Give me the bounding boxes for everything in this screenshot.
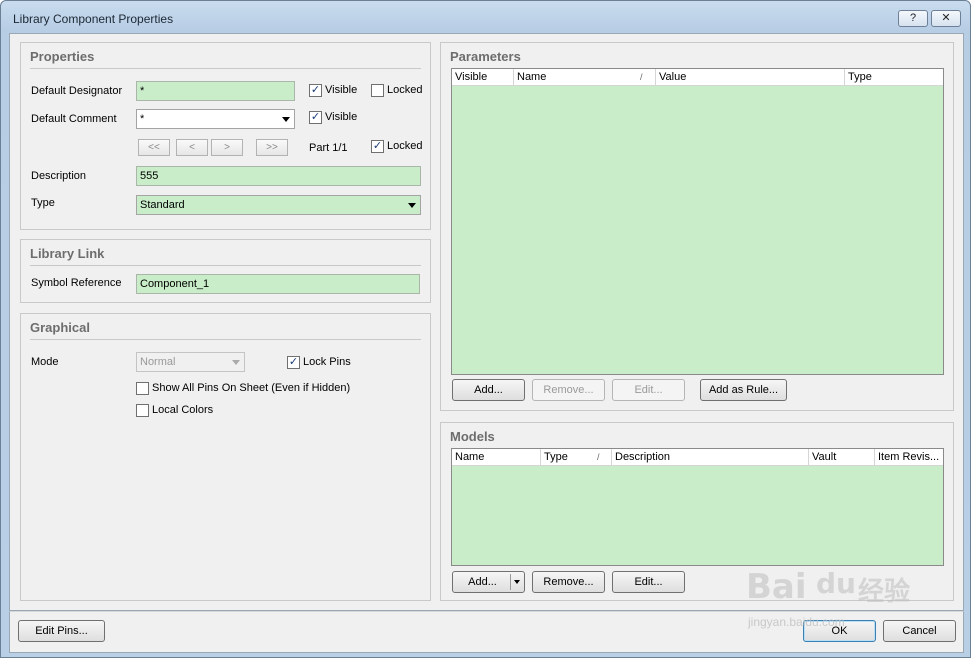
divider [30, 68, 421, 69]
close-icon: ✕ [941, 12, 951, 24]
models-add-label: Add... [468, 576, 497, 588]
default-comment-combo[interactable]: * [136, 109, 295, 129]
column-header-name[interactable]: Name [452, 449, 541, 466]
column-header-item-revision[interactable]: Item Revis... [875, 449, 943, 466]
sort-indicator-icon: / [640, 72, 643, 82]
parameters-header: Visible Name / Value Type [452, 69, 943, 86]
check-icon: ✓ [309, 111, 322, 124]
first-part-button[interactable]: << [138, 139, 170, 156]
help-button[interactable]: ? [898, 10, 928, 27]
dialog-footer: Edit Pins... OK Cancel [9, 611, 964, 653]
mode-label: Mode [31, 356, 59, 368]
divider [510, 574, 511, 590]
symbol-reference-label: Symbol Reference [31, 277, 122, 289]
column-header-value[interactable]: Value [656, 69, 845, 86]
lock-pins-checkbox[interactable]: ✓ Lock Pins [287, 356, 367, 370]
cancel-button[interactable]: Cancel [883, 620, 956, 642]
window-title: Library Component Properties [13, 12, 174, 26]
default-designator-field[interactable]: * [136, 81, 295, 101]
chevron-down-icon [408, 203, 416, 208]
dialog-body: Properties Default Designator * ✓ Visibl… [9, 33, 964, 611]
lock-pins-label: Lock Pins [303, 356, 351, 368]
part-locked-checkbox[interactable]: ✓ Locked [371, 140, 426, 154]
library-link-title: Library Link [30, 246, 105, 261]
symbol-reference-field[interactable]: Component_1 [136, 274, 420, 294]
properties-title: Properties [30, 49, 95, 64]
description-label: Description [31, 170, 87, 182]
add-as-rule-button[interactable]: Add as Rule... [700, 379, 787, 401]
check-icon: ✓ [309, 84, 322, 97]
sort-indicator-icon: / [597, 452, 600, 462]
last-part-button[interactable]: >> [256, 139, 288, 156]
local-colors-label: Local Colors [152, 404, 214, 416]
ok-button[interactable]: OK [803, 620, 876, 642]
column-header-visible[interactable]: Visible [452, 69, 514, 86]
locked-label: Locked [387, 140, 423, 152]
column-header-name[interactable]: Name [514, 69, 656, 86]
dialog-window: Library Component Properties ? ✕ Propert… [0, 0, 971, 658]
designator-visible-checkbox[interactable]: ✓ Visible [309, 84, 364, 98]
properties-panel: Properties Default Designator * ✓ Visibl… [20, 42, 431, 230]
models-grid[interactable]: Name Type / Description Vault Item Revis… [451, 448, 944, 566]
type-value: Standard [140, 199, 185, 211]
column-header-vault[interactable]: Vault [809, 449, 875, 466]
default-comment-label: Default Comment [31, 113, 117, 125]
parameters-add-button[interactable]: Add... [452, 379, 525, 401]
checkbox-box [371, 84, 384, 97]
models-title: Models [450, 429, 495, 444]
visible-label: Visible [325, 84, 358, 96]
divider [30, 339, 421, 340]
default-comment-value: * [140, 113, 145, 125]
description-field[interactable]: 555 [136, 166, 421, 186]
models-edit-button[interactable]: Edit... [612, 571, 685, 593]
chevron-down-icon [232, 360, 240, 365]
type-label: Type [31, 197, 55, 209]
parameters-panel: Parameters Visible Name / Value Type Add… [440, 42, 954, 411]
models-header: Name Type / Description Vault Item Revis… [452, 449, 943, 466]
models-panel: Models Name Type / Description Vault Ite… [440, 422, 954, 601]
parameters-grid[interactable]: Visible Name / Value Type [451, 68, 944, 375]
locked-label: Locked [387, 84, 423, 96]
check-icon: ✓ [371, 140, 384, 153]
checkbox-box [136, 382, 149, 395]
column-header-type[interactable]: Type [845, 69, 943, 86]
chevron-down-icon [282, 117, 290, 122]
column-header-type[interactable]: Type [541, 449, 612, 466]
checkbox-box [136, 404, 149, 417]
show-all-pins-checkbox[interactable]: Show All Pins On Sheet (Even if Hidden) [136, 382, 376, 396]
show-all-pins-label: Show All Pins On Sheet (Even if Hidden) [152, 382, 351, 394]
parameters-remove-button[interactable]: Remove... [532, 379, 605, 401]
chevron-down-icon [514, 580, 520, 584]
previous-part-button[interactable]: < [176, 139, 208, 156]
graphical-title: Graphical [30, 320, 90, 335]
library-link-panel: Library Link Symbol Reference Component_… [20, 239, 431, 303]
parameters-title: Parameters [450, 49, 521, 64]
designator-locked-checkbox[interactable]: Locked [371, 84, 426, 98]
type-select[interactable]: Standard [136, 195, 421, 215]
divider [30, 265, 421, 266]
visible-label: Visible [325, 111, 358, 123]
close-button[interactable]: ✕ [931, 10, 961, 27]
parameters-edit-button[interactable]: Edit... [612, 379, 685, 401]
mode-select[interactable]: Normal [136, 352, 245, 372]
comment-visible-checkbox[interactable]: ✓ Visible [309, 111, 364, 125]
column-header-description[interactable]: Description [612, 449, 809, 466]
check-icon: ✓ [287, 356, 300, 369]
edit-pins-button[interactable]: Edit Pins... [18, 620, 105, 642]
graphical-panel: Graphical Mode Normal ✓ Lock Pins Show A… [20, 313, 431, 601]
models-add-split-button[interactable]: Add... [452, 571, 525, 593]
default-designator-label: Default Designator [31, 85, 123, 97]
local-colors-checkbox[interactable]: Local Colors [136, 404, 236, 418]
part-indicator: Part 1/1 [309, 142, 348, 154]
mode-value: Normal [140, 356, 176, 368]
next-part-button[interactable]: > [211, 139, 243, 156]
models-remove-button[interactable]: Remove... [532, 571, 605, 593]
